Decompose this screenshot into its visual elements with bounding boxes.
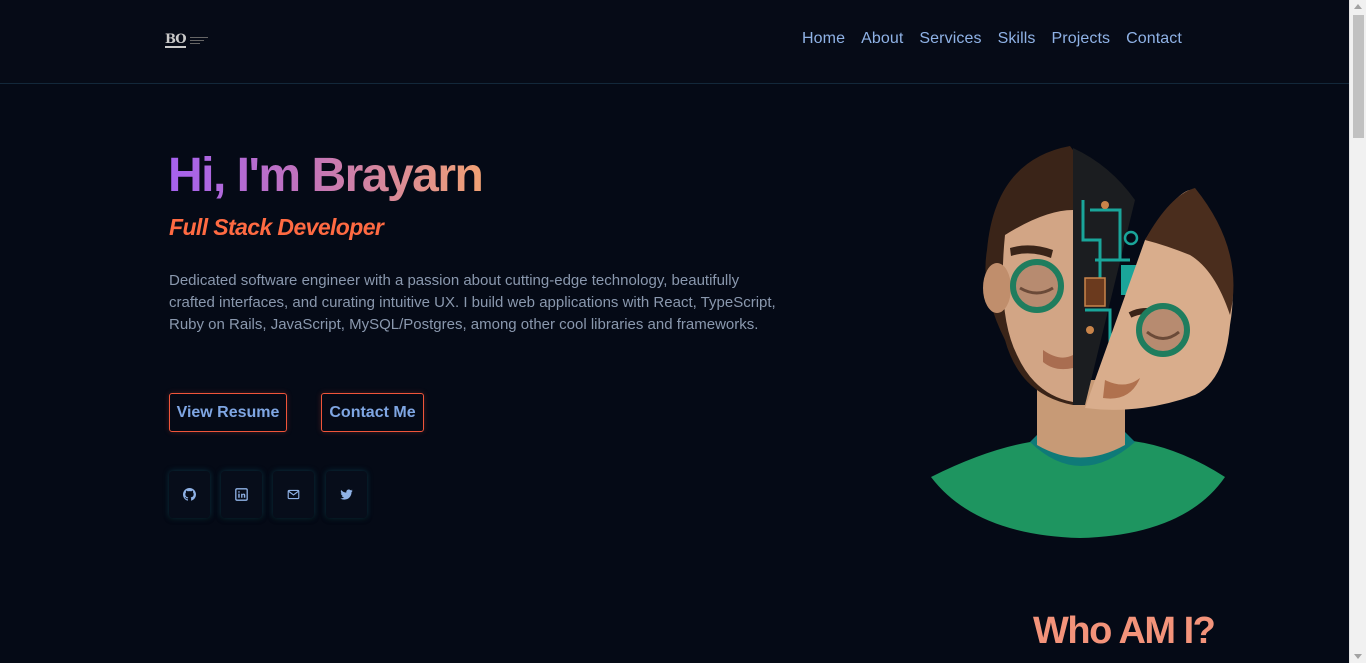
linkedin-icon bbox=[235, 488, 248, 501]
scroll-up-arrow[interactable] bbox=[1354, 4, 1362, 9]
nav-services[interactable]: Services bbox=[919, 30, 981, 48]
twitter-link[interactable] bbox=[326, 471, 367, 518]
twitter-icon bbox=[340, 489, 353, 500]
scroll-down-arrow[interactable] bbox=[1354, 654, 1362, 659]
nav-skills[interactable]: Skills bbox=[998, 30, 1036, 48]
site-logo[interactable]: BO bbox=[165, 31, 208, 49]
view-resume-button[interactable]: View Resume bbox=[169, 393, 287, 432]
nav-home[interactable]: Home bbox=[802, 30, 845, 48]
about-heading: Who AM I? bbox=[1033, 610, 1216, 652]
hero-avatar-illustration bbox=[931, 146, 1234, 538]
mail-icon bbox=[287, 489, 300, 500]
page-scrollbar[interactable] bbox=[1349, 0, 1366, 663]
hero-title: Hi, I'm Brayarn bbox=[168, 149, 484, 202]
github-icon bbox=[183, 488, 196, 501]
main-nav: Home About Services Skills Projects Cont… bbox=[802, 30, 1182, 48]
site-header: BO Home About Services Skills Projects C… bbox=[0, 0, 1349, 84]
nav-projects[interactable]: Projects bbox=[1052, 30, 1111, 48]
logo-lines bbox=[189, 36, 208, 44]
hero-subtitle: Full Stack Developer bbox=[169, 214, 384, 240]
logo-mark: BO bbox=[165, 31, 187, 48]
hero-description: Dedicated software engineer with a passi… bbox=[169, 272, 776, 333]
contact-me-button[interactable]: Contact Me bbox=[321, 393, 424, 432]
nav-about[interactable]: About bbox=[861, 30, 903, 48]
nav-contact[interactable]: Contact bbox=[1126, 30, 1182, 48]
github-link[interactable] bbox=[169, 471, 210, 518]
linkedin-link[interactable] bbox=[221, 471, 262, 518]
mail-link[interactable] bbox=[273, 471, 314, 518]
scrollbar-thumb[interactable] bbox=[1353, 15, 1364, 138]
